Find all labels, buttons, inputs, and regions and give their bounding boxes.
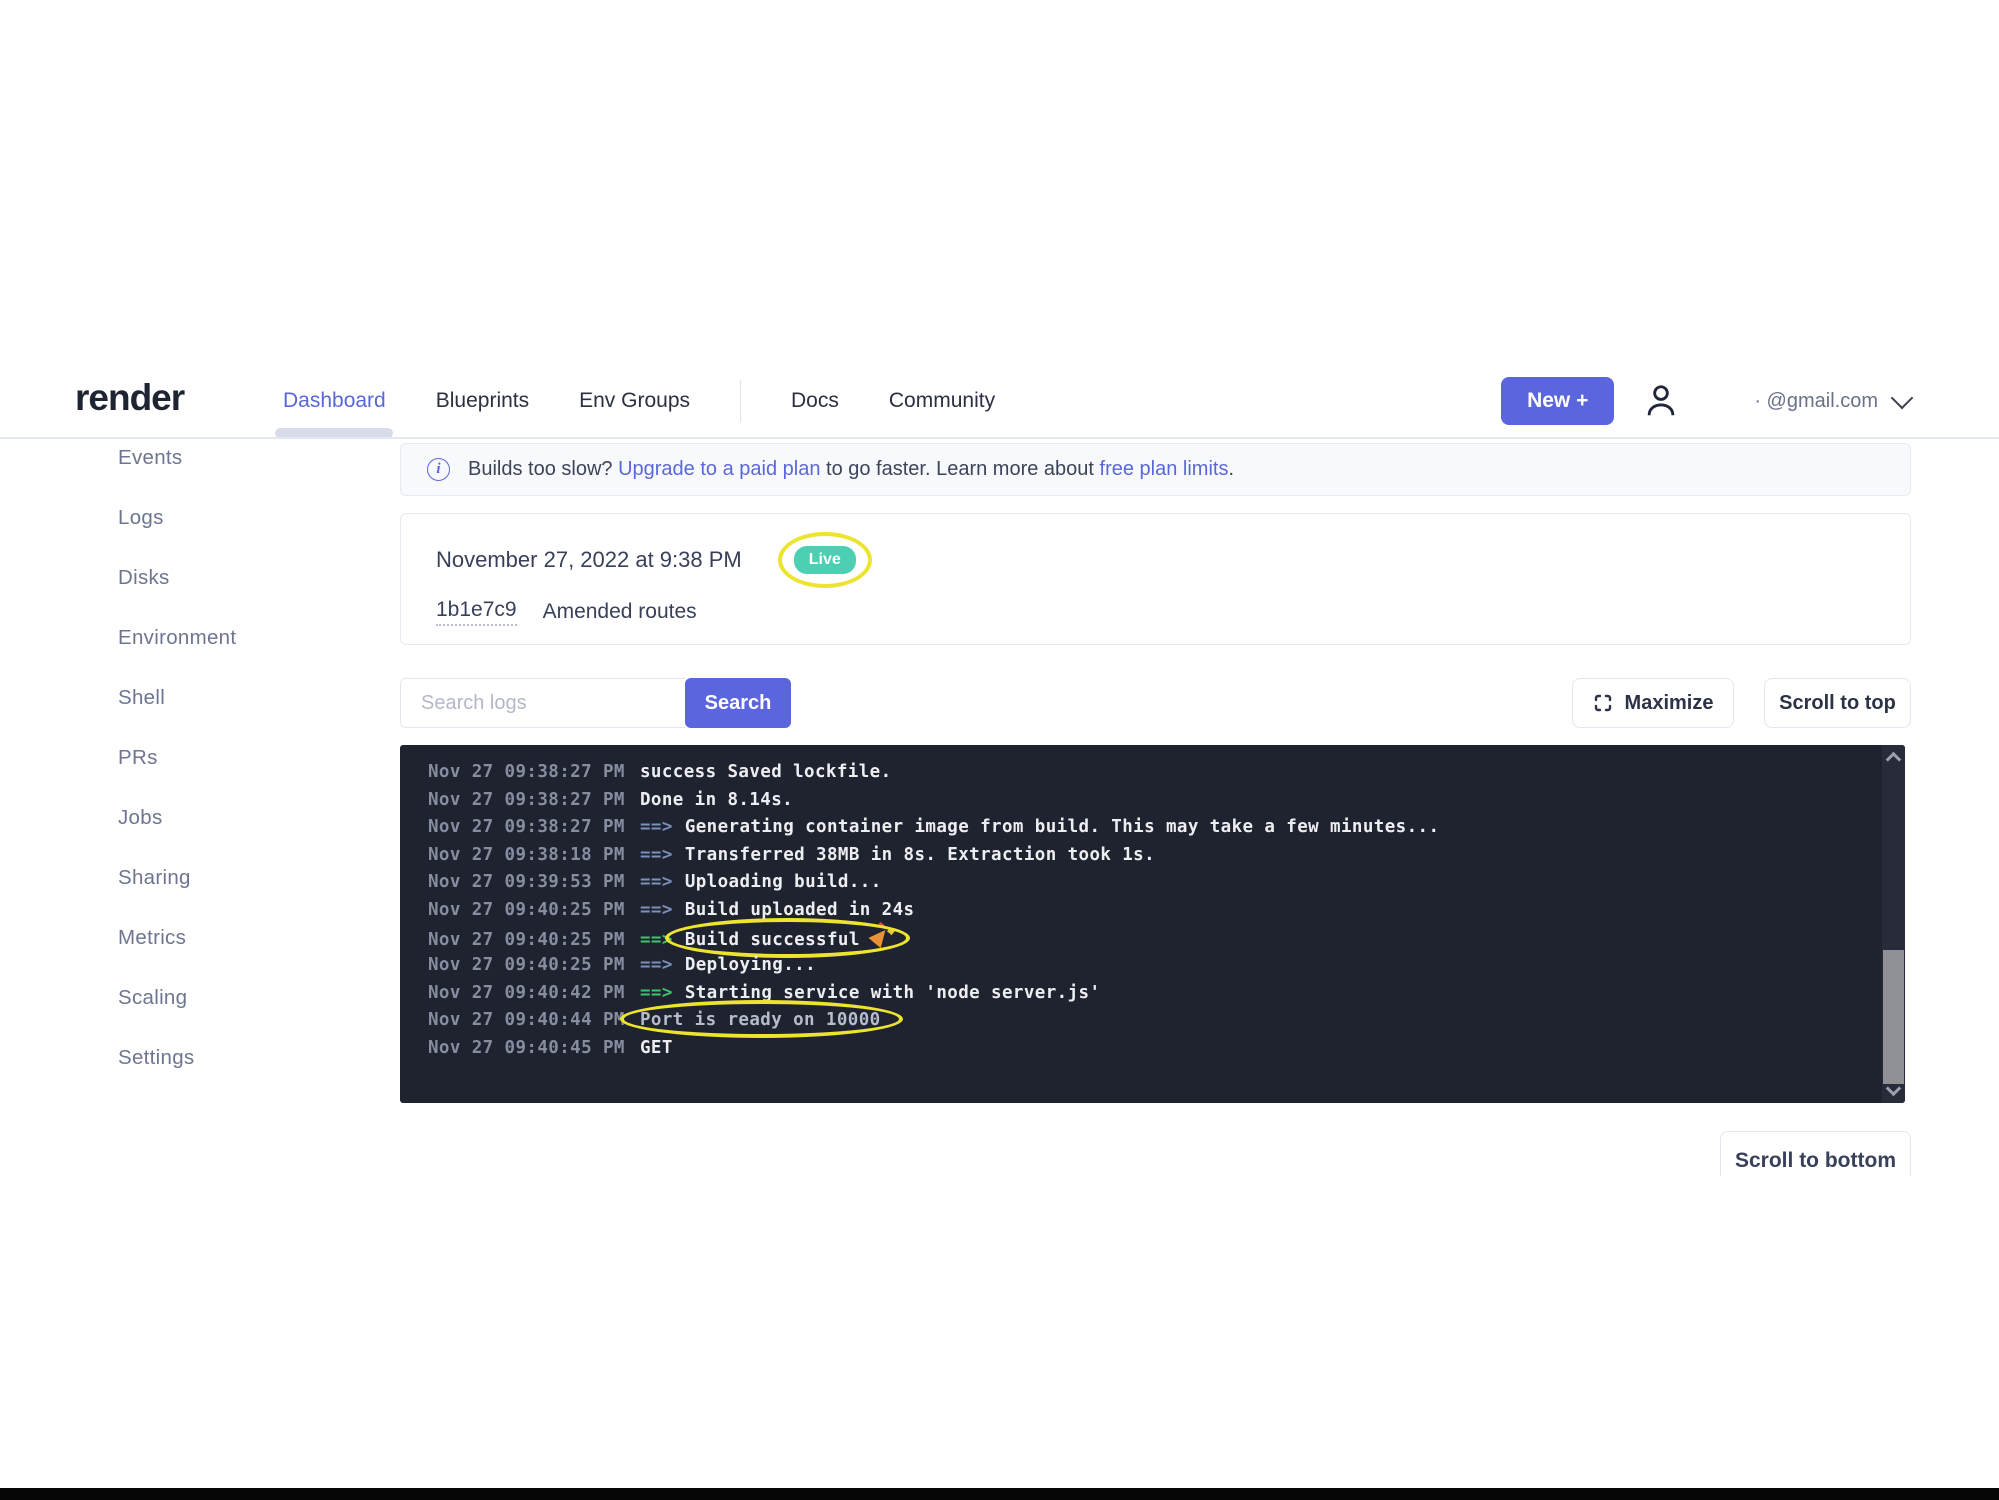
info-icon: i (427, 458, 450, 481)
sidebar-item-logs[interactable]: Logs (118, 488, 358, 548)
log-lines: Nov 27 09:38:27 PMsuccess Saved lockfile… (428, 762, 1905, 1066)
log-terminal: Nov 27 09:38:27 PMsuccess Saved lockfile… (400, 745, 1905, 1103)
nav-item-dashboard[interactable]: Dashboard (283, 389, 386, 413)
log-timestamp: Nov 27 09:40:25 PM (428, 930, 640, 950)
log-timestamp: Nov 27 09:38:27 PM (428, 817, 640, 837)
log-message: Transferred 38MB in 8s. Extraction took … (685, 845, 1155, 865)
render-dashboard-page: render Dashboard Blueprints Env Groups Docs… (0, 0, 1999, 1500)
log-controls-row: Search Maximize Scroll to top (400, 678, 1911, 728)
log-line: Nov 27 09:38:18 PM==> Transferred 38MB in… (428, 845, 1905, 873)
service-sidebar: EventsLogsDisksEnvironmentShellPRsJobsSh… (118, 428, 358, 1088)
upgrade-banner: i Builds too slow? Upgrade to a paid pla… (400, 443, 1911, 496)
sidebar-item-prs[interactable]: PRs (118, 728, 358, 788)
user-avatar-icon[interactable] (1642, 382, 1680, 420)
log-timestamp: Nov 27 09:40:45 PM (428, 1038, 640, 1058)
maximize-button[interactable]: Maximize (1572, 678, 1734, 728)
sidebar-item-jobs[interactable]: Jobs (118, 788, 358, 848)
live-status-badge: Live (794, 546, 856, 574)
log-timestamp: Nov 27 09:39:53 PM (428, 872, 640, 892)
render-logo[interactable]: render (75, 377, 184, 419)
account-menu[interactable]: · @gmail.com (1754, 390, 1910, 413)
nav-right-group: New + · @gmail.com (1501, 365, 1910, 437)
log-arrow: ==> (640, 900, 673, 920)
log-timestamp: Nov 27 09:40:25 PM (428, 955, 640, 975)
log-timestamp: Nov 27 09:38:18 PM (428, 845, 640, 865)
log-arrow: ==> (640, 845, 673, 865)
log-timestamp: Nov 27 09:40:25 PM (428, 900, 640, 920)
top-navbar: render Dashboard Blueprints Env Groups Docs… (0, 365, 1999, 437)
log-line: Nov 27 09:40:25 PM==> Deploying... (428, 955, 1905, 983)
log-line: Nov 27 09:40:42 PM==> Starting service wi… (428, 983, 1905, 1011)
scroll-to-top-button[interactable]: Scroll to top (1764, 678, 1911, 728)
scroll-to-bottom-wrap: Scroll to bottom (1720, 1131, 1911, 1176)
log-line: Nov 27 09:38:27 PMDone in 8.14s. (428, 790, 1905, 818)
log-message: Build uploaded in 24s (685, 900, 915, 920)
log-line: Nov 27 09:40:25 PM==> Build successful (428, 928, 1905, 956)
party-popper-icon (868, 924, 891, 947)
log-arrow: ==> (640, 930, 673, 950)
log-timestamp: Nov 27 09:40:44 PM (428, 1010, 640, 1030)
scroll-to-bottom-button[interactable]: Scroll to bottom (1720, 1131, 1911, 1176)
log-message: Starting service with 'node server.js' (685, 983, 1101, 1003)
account-email: · @gmail.com (1754, 390, 1878, 413)
deploy-timestamp: November 27, 2022 at 9:38 PM (436, 547, 742, 573)
terminal-scrollbar[interactable] (1882, 745, 1905, 1103)
maximize-icon (1593, 693, 1613, 713)
search-logs-input[interactable] (400, 678, 685, 728)
scrollbar-thumb[interactable] (1883, 950, 1904, 1084)
log-message: Deploying... (685, 955, 816, 975)
sidebar-item-sharing[interactable]: Sharing (118, 848, 358, 908)
new-button[interactable]: New + (1501, 377, 1614, 425)
log-message: Port is ready on 10000 (640, 1010, 881, 1030)
nav-item-docs[interactable]: Docs (791, 389, 839, 413)
commit-message: Amended routes (543, 600, 697, 624)
log-message: Uploading build... (685, 872, 882, 892)
nav-item-community[interactable]: Community (889, 389, 995, 413)
nav-item-env-groups[interactable]: Env Groups (579, 389, 690, 413)
free-plan-limits-link[interactable]: free plan limits (1100, 458, 1229, 480)
upgrade-banner-text: Builds too slow? Upgrade to a paid plan … (468, 458, 1234, 481)
sidebar-item-settings[interactable]: Settings (118, 1028, 358, 1088)
sidebar-item-disks[interactable]: Disks (118, 548, 358, 608)
commit-hash-link[interactable]: 1b1e7c9 (436, 598, 517, 626)
bottom-black-bar (0, 1488, 1999, 1500)
log-line: Nov 27 09:40:44 PMPort is ready on 10000 (428, 1010, 1905, 1038)
main-content: i Builds too slow? Upgrade to a paid pla… (400, 443, 1911, 496)
log-message: GET (640, 1038, 673, 1058)
log-timestamp: Nov 27 09:38:27 PM (428, 790, 640, 810)
upgrade-plan-link[interactable]: Upgrade to a paid plan (618, 458, 820, 480)
sidebar-item-scaling[interactable]: Scaling (118, 968, 358, 1028)
nav-menu: Dashboard Blueprints Env Groups Docs Communi… (283, 365, 995, 437)
nav-item-blueprints[interactable]: Blueprints (436, 389, 529, 413)
sidebar-item-environment[interactable]: Environment (118, 608, 358, 668)
chevron-down-icon (1891, 387, 1914, 410)
log-timestamp: Nov 27 09:40:42 PM (428, 983, 640, 1003)
log-message: Generating container image from build. T… (685, 817, 1440, 837)
log-arrow: ==> (640, 872, 673, 892)
nav-divider (740, 380, 741, 422)
sidebar-item-events[interactable]: Events (118, 428, 358, 488)
log-timestamp: Nov 27 09:38:27 PM (428, 762, 640, 782)
log-line: Nov 27 09:38:27 PMsuccess Saved lockfile… (428, 762, 1905, 790)
log-message: success Saved lockfile. (640, 762, 892, 782)
log-arrow: ==> (640, 955, 673, 975)
sidebar-item-metrics[interactable]: Metrics (118, 908, 358, 968)
scrollbar-up-arrow-icon[interactable] (1886, 752, 1902, 768)
deploy-card: November 27, 2022 at 9:38 PM Live 1b1e7c… (400, 513, 1911, 645)
search-button[interactable]: Search (685, 678, 791, 728)
log-message: Done in 8.14s. (640, 790, 793, 810)
log-arrow: ==> (640, 817, 673, 837)
log-arrow: ==> (640, 983, 673, 1003)
log-message: Build successful (685, 928, 888, 950)
log-line: Nov 27 09:40:45 PMGET (428, 1038, 1905, 1066)
log-line: Nov 27 09:39:53 PM==> Uploading build... (428, 872, 1905, 900)
log-line: Nov 27 09:40:25 PM==> Build uploaded in 2… (428, 900, 1905, 928)
sidebar-item-shell[interactable]: Shell (118, 668, 358, 728)
log-line: Nov 27 09:38:27 PM==> Generating containe… (428, 817, 1905, 845)
